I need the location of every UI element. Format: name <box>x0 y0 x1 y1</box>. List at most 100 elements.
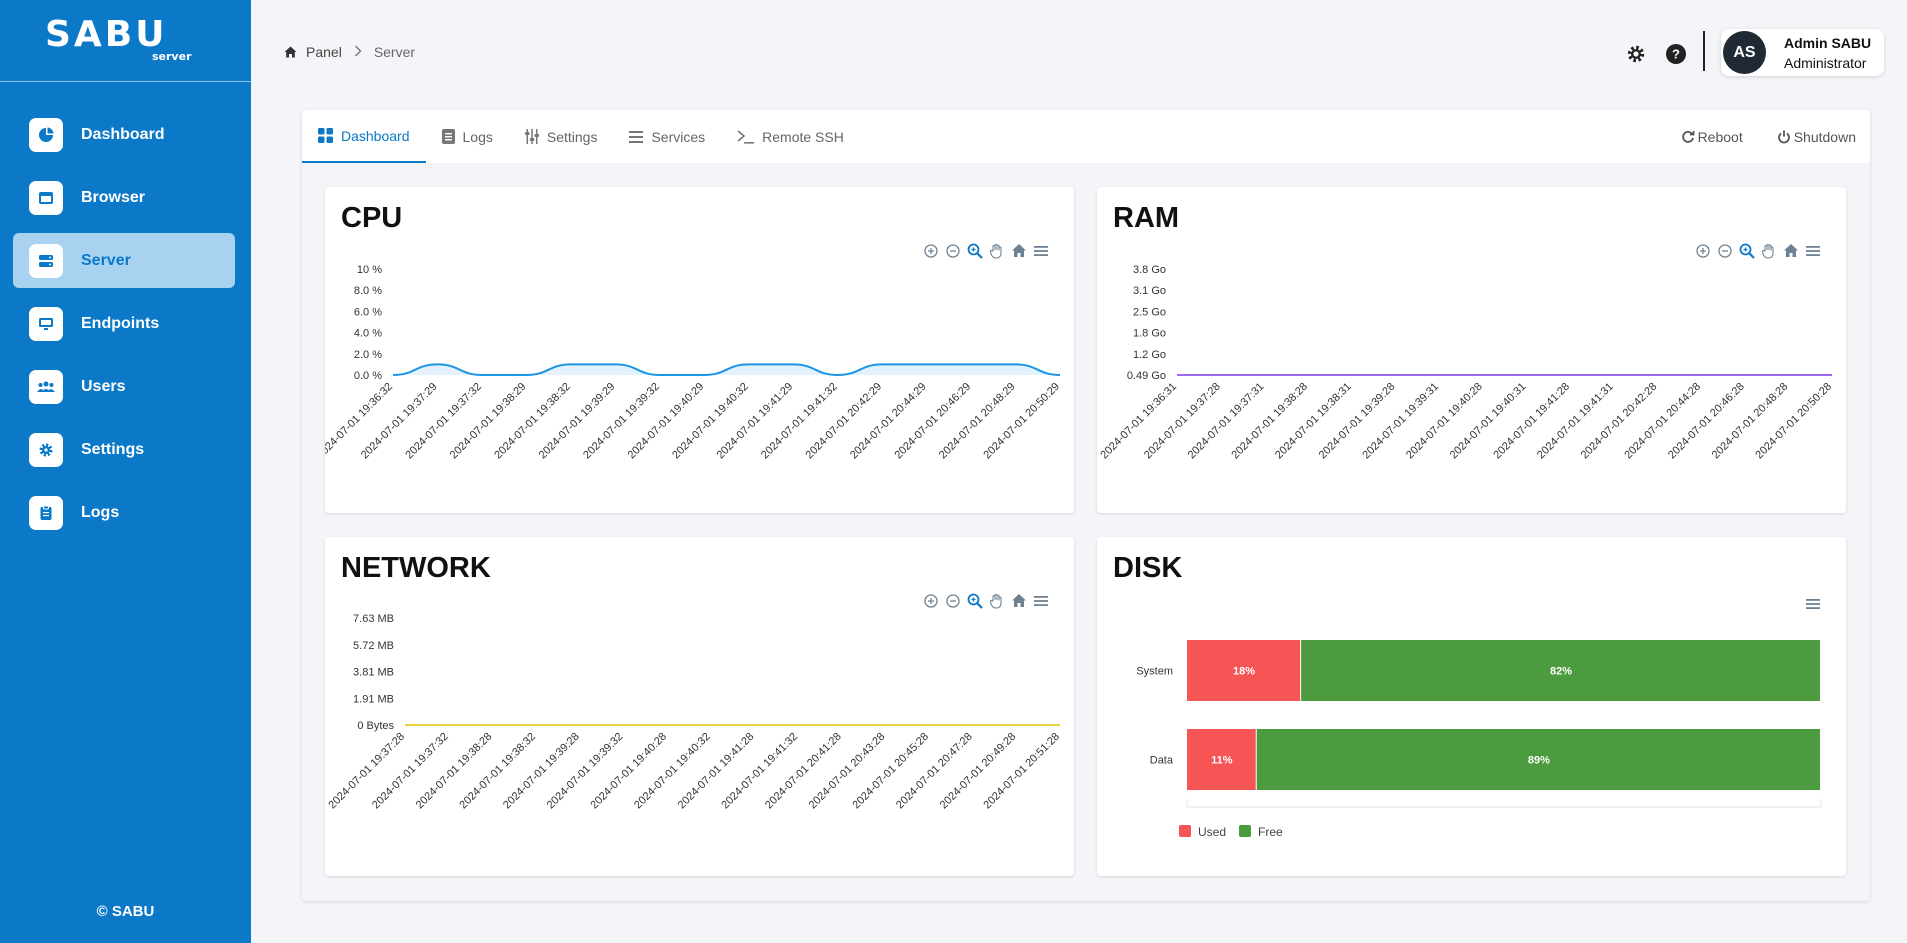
y-tick-label: 7.63 MB <box>353 613 394 625</box>
sidebar-item-label: Users <box>81 377 126 395</box>
user-menu[interactable]: AS Admin SABU Administrator <box>1721 29 1884 76</box>
help-icon[interactable]: ? <box>1665 43 1687 65</box>
x-tick-label: 2024-07-01 19:40:28 <box>1404 381 1485 462</box>
y-tick-label: 6.0 % <box>354 306 382 318</box>
sidebar: SABU server Dashboard Browser Server End… <box>0 0 251 943</box>
tab-label: Logs <box>462 128 493 145</box>
x-tick-label: 2024-07-01 19:37:29 <box>359 381 440 462</box>
x-tick-label: 2024-07-01 19:40:31 <box>1448 381 1529 462</box>
monitor-icon <box>29 306 63 341</box>
network-chart: 7.63 MB5.72 MB3.81 MB1.91 MB0 Bytes2024-… <box>326 613 1062 812</box>
x-tick-label: 2024-07-01 19:40:28 <box>588 731 669 812</box>
x-tick-label: 2024-07-01 20:46:29 <box>892 381 973 462</box>
ram-card: RAM 3.8 Go 3.1 Go 2.5 Go 1.8 Go 1.2 Go 0.49 G… <box>1097 187 1846 513</box>
sidebar-item-label: Endpoints <box>81 314 160 332</box>
bar-value-label: 18% <box>1233 666 1255 678</box>
legend-marker[interactable] <box>1179 825 1191 837</box>
y-tick-label: 2.0 % <box>354 349 382 361</box>
terminal-icon <box>737 129 755 144</box>
x-tick-label: 2024-07-01 19:37:31 <box>1186 381 1267 462</box>
x-tick-label: 2024-07-01 20:42:28 <box>1579 381 1660 462</box>
users-icon <box>29 369 63 404</box>
y-tick-label: 5.72 MB <box>353 640 394 652</box>
shutdown-label: Shutdown <box>1793 128 1856 145</box>
cpu-card: CPU 10 % 8.0 % 6.0 % 4.0 % 2.0 % 0.0 % 2024-07… <box>325 187 1074 513</box>
tab-bar: Dashboard Logs Settings Services Remote … <box>302 110 1870 163</box>
sliders-icon <box>524 129 539 144</box>
x-tick-label: 2024-07-01 20:45:28 <box>850 731 931 812</box>
sidebar-item-dashboard[interactable]: Dashboard <box>13 107 235 162</box>
home-icon[interactable] <box>284 46 297 58</box>
x-tick-label: 2024-07-01 19:38:29 <box>448 381 529 462</box>
shutdown-button[interactable]: Shutdown <box>1777 129 1856 145</box>
y-tick-label: 3.8 Go <box>1133 264 1166 276</box>
breadcrumb-home[interactable]: Panel <box>306 44 342 60</box>
sidebar-item-server[interactable]: Server <box>13 233 235 288</box>
x-tick-label: 2024-07-01 19:38:28 <box>1229 381 1310 462</box>
y-tick-label: 0 Bytes <box>357 720 394 732</box>
y-tick-label: 2.5 Go <box>1133 306 1166 318</box>
server-panel: Dashboard Logs Settings Services Remote … <box>302 110 1870 901</box>
x-tick-label: 2024-07-01 19:39:28 <box>1317 381 1398 462</box>
y-tick-label: 0.49 Go <box>1127 370 1166 382</box>
tab-label: Remote SSH <box>762 128 844 145</box>
x-tick-label: 2024-07-01 20:50:29 <box>981 381 1062 462</box>
tab-logs[interactable]: Logs <box>426 110 509 163</box>
x-tick-label: 2024-07-01 19:36:32 <box>325 381 395 462</box>
window-icon <box>29 180 63 215</box>
sidebar-item-label: Server <box>81 251 131 269</box>
x-tick-label: 2024-07-01 19:37:32 <box>370 731 451 812</box>
sidebar-item-endpoints[interactable]: Endpoints <box>13 296 235 351</box>
tab-services[interactable]: Services <box>613 110 721 163</box>
sidebar-item-users[interactable]: Users <box>13 359 235 414</box>
x-tick-label: 2024-07-01 19:36:31 <box>1098 381 1179 462</box>
x-tick-label: 2024-07-01 19:41:32 <box>719 731 800 812</box>
grid-icon <box>318 128 333 143</box>
refresh-icon <box>1681 130 1694 143</box>
gear-icon <box>29 432 63 467</box>
legend-marker[interactable] <box>1239 825 1251 837</box>
clipboard-icon <box>29 495 63 530</box>
sidebar-item-label: Dashboard <box>81 125 165 143</box>
y-tick-label: 1.8 Go <box>1133 328 1166 340</box>
copyright: © SABU <box>96 903 155 920</box>
tab-dashboard[interactable]: Dashboard <box>302 110 426 163</box>
disk-card: DISK System 18% 82% Data 11% 89% Used Free <box>1097 537 1846 876</box>
sidebar-item-browser[interactable]: Browser <box>13 170 235 225</box>
server-icon <box>29 243 63 278</box>
sidebar-item-settings[interactable]: Settings <box>13 422 235 477</box>
theme-toggle-icon[interactable] <box>1625 43 1647 65</box>
tab-settings[interactable]: Settings <box>509 110 614 163</box>
x-tick-label: 2024-07-01 19:39:29 <box>537 381 618 462</box>
tab-label: Settings <box>546 128 598 145</box>
app-logo[interactable]: SABU server <box>0 0 251 82</box>
x-tick-label: 2024-07-01 19:40:32 <box>670 381 751 462</box>
reboot-button[interactable]: Reboot <box>1681 129 1743 145</box>
logo-text: SABU <box>45 14 168 55</box>
x-tick-label: 2024-07-01 19:41:29 <box>715 381 796 462</box>
x-tick-label: 2024-07-01 19:41:28 <box>676 731 757 812</box>
chevron-right-icon <box>354 45 362 60</box>
pie-chart-icon <box>29 117 63 152</box>
sidebar-item-label: Logs <box>81 503 120 521</box>
x-tick-label: 2024-07-01 19:37:28 <box>326 731 407 812</box>
legend-label[interactable]: Used <box>1198 825 1226 839</box>
x-tick-label: 2024-07-01 19:37:28 <box>1142 381 1223 462</box>
svg-text:?: ? <box>1672 47 1680 62</box>
x-tick-label: 2024-07-01 20:47:28 <box>894 731 975 812</box>
document-icon <box>441 129 455 144</box>
x-tick-label: 2024-07-01 20:44:29 <box>848 381 929 462</box>
x-tick-label: 2024-07-01 20:43:28 <box>807 731 888 812</box>
x-tick-label: 2024-07-01 19:39:28 <box>501 731 582 812</box>
server-actions: Reboot Shutdown <box>1647 110 1856 163</box>
tab-label: Services <box>651 128 706 145</box>
sidebar-nav: Dashboard Browser Server Endpoints Users <box>13 107 235 548</box>
x-tick-label: 2024-07-01 19:38:32 <box>492 381 573 462</box>
cpu-chart: 10 %8.0 %6.0 %4.0 %2.0 %0.0 %2024-07-01 … <box>325 264 1062 462</box>
x-tick-label: 2024-07-01 20:41:28 <box>763 731 844 812</box>
legend-label[interactable]: Free <box>1258 825 1283 839</box>
tab-remote-ssh[interactable]: Remote SSH <box>721 110 860 163</box>
y-tick-label: 1.2 Go <box>1133 349 1166 361</box>
list-icon <box>629 130 644 143</box>
sidebar-item-logs[interactable]: Logs <box>13 485 235 540</box>
